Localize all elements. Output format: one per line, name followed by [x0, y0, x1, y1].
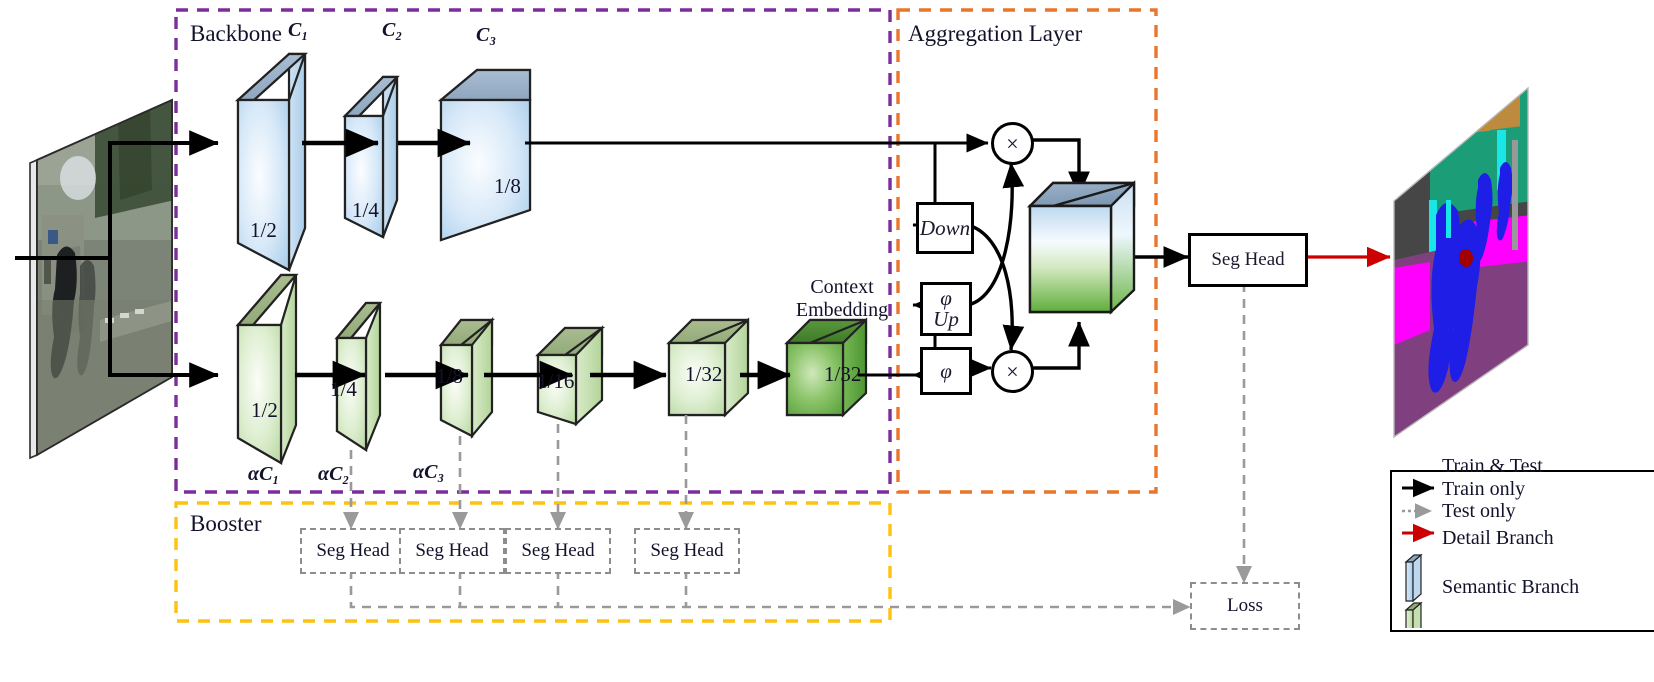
loss-box[interactable]: Loss: [1190, 582, 1300, 630]
detail-scale-label-3: 1/8: [494, 174, 521, 198]
phi-up-op-box[interactable]: φ Up: [920, 282, 972, 336]
detail-block-3: [437, 68, 532, 242]
down-op-box[interactable]: Down: [916, 202, 974, 254]
semantic-scale-label-4: 1/16: [537, 369, 575, 393]
semantic-scale-label-6: 1/32: [824, 362, 862, 386]
detail-channel-label-2: C₂: [382, 19, 403, 41]
legend-swatch-semantic: [1404, 601, 1423, 628]
multiply-top: ×: [991, 122, 1034, 165]
phi-op-box[interactable]: φ: [920, 347, 972, 395]
context-embedding-line2: Embedding: [795, 299, 889, 321]
seg-head-main[interactable]: Seg Head: [1188, 233, 1308, 287]
detail-branch-edges: [302, 128, 989, 227]
booster-seg-head-2[interactable]: Seg Head: [399, 528, 505, 574]
semantic-channel-label-2: αC₂: [318, 463, 350, 485]
input-image-plane: [29, 98, 173, 460]
booster-title: Booster: [190, 511, 262, 536]
output-segmentation-plane: [1393, 86, 1529, 439]
phi-up-symbol: φ: [940, 286, 952, 310]
legend-label-train-only: Train only: [1442, 478, 1526, 500]
detail-scale-label-2: 1/4: [352, 198, 379, 222]
detail-channel-label-3: C₃: [476, 24, 497, 46]
semantic-block-1: [235, 273, 299, 465]
aggregation-title: Aggregation Layer: [908, 21, 1083, 46]
detail-channel-label-1: C₁: [288, 19, 309, 41]
semantic-scale-label-3: 1/8: [436, 364, 463, 388]
semantic-scale-label-5: 1/32: [685, 362, 723, 386]
booster-seg-head-3[interactable]: Seg Head: [505, 528, 611, 574]
legend-label-semantic-branch: Semantic Branch: [1442, 576, 1580, 598]
semantic-channel-label-3: αC₃: [413, 461, 445, 483]
semantic-scale-label-1: 1/2: [251, 398, 278, 422]
legend-label-test-only: Test only: [1442, 500, 1516, 522]
phi-up-label: Up: [933, 307, 959, 331]
booster-seg-head-1[interactable]: Seg Head: [300, 528, 406, 574]
architecture-diagram: Backbone Aggregation Layer Booster C₁ C₂…: [0, 0, 1654, 682]
legend-label-detail-branch: Detail Branch: [1442, 527, 1554, 549]
legend-swatch-detail: [1404, 553, 1423, 603]
context-embedding-label: Context Embedding: [788, 276, 896, 322]
legend-label-train-test: Train & Test: [1442, 455, 1543, 477]
multiply-bottom: ×: [991, 350, 1034, 393]
booster-seg-head-4[interactable]: Seg Head: [634, 528, 740, 574]
semantic-scale-label-2: 1/4: [330, 377, 357, 401]
backbone-title: Backbone: [190, 21, 282, 46]
detail-scale-label-1: 1/2: [250, 218, 277, 242]
fusion-feature-cube: [1027, 180, 1136, 315]
context-embedding-line1: Context: [810, 276, 874, 298]
semantic-channel-label-1: αC₁: [248, 463, 280, 485]
